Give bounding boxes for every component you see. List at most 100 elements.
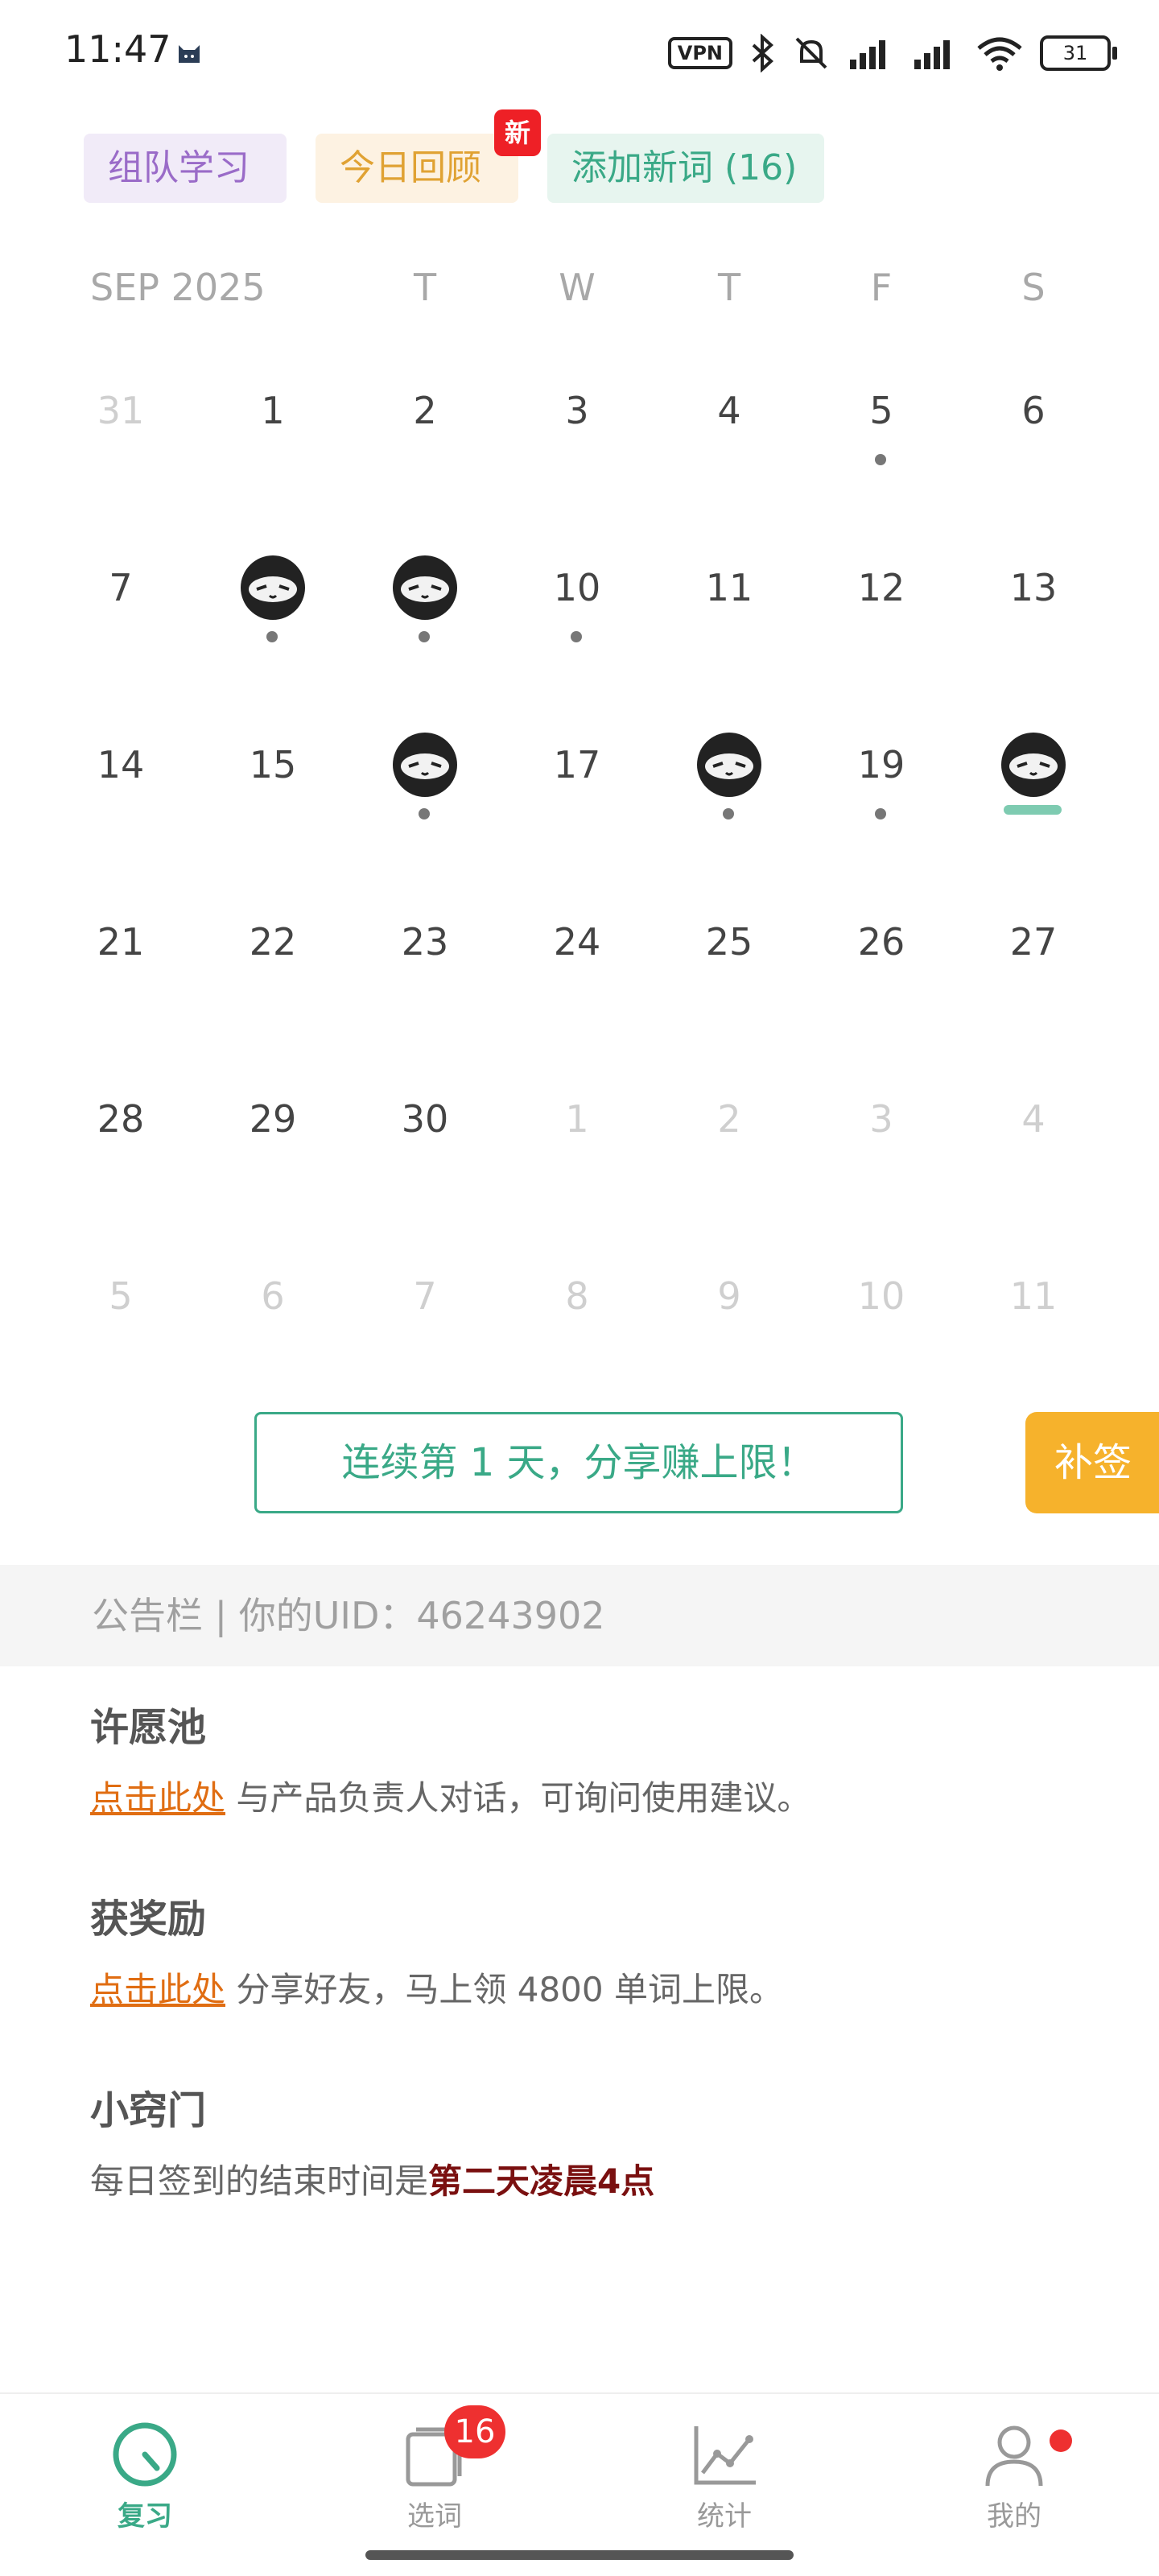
calendar-day[interactable]: 6	[973, 386, 1094, 515]
nav-review[interactable]: 复习	[64, 2418, 225, 2533]
calendar-day-number: 21	[97, 920, 145, 964]
calendar-day[interactable]: 24	[517, 918, 637, 1046]
calendar-day[interactable]: 21	[60, 918, 181, 1046]
nav-stats[interactable]: 统计	[644, 2418, 805, 2533]
calendar-day-number: 6	[261, 1274, 285, 1318]
weekday-label: T	[717, 266, 741, 309]
calendar-day[interactable]: 8	[212, 555, 333, 692]
makeup-checkin-button[interactable]: 补签	[1025, 1412, 1159, 1513]
calendar-day-number: 10	[857, 1274, 905, 1318]
notice-text: 公告栏 | 你的UID：46243902	[92, 1594, 605, 1637]
calendar-header: SEP 2025 T W T F S	[0, 266, 1159, 322]
calendar-day-number: 31	[97, 389, 145, 432]
weekday-label: W	[559, 266, 596, 309]
mascot-checkin-icon	[393, 733, 457, 797]
calendar-day[interactable]: 13	[973, 564, 1094, 692]
calendar-day[interactable]: 23	[365, 918, 485, 1046]
calendar-day[interactable]: 10	[517, 564, 637, 692]
calendar-day-number: 25	[705, 920, 753, 964]
calendar-day-number: 9	[717, 1274, 741, 1318]
mute-bell-icon	[795, 37, 827, 69]
calendar-day[interactable]: 4	[669, 386, 790, 515]
calendar-day[interactable]: 1	[517, 1095, 637, 1224]
team-study-tag[interactable]: 组队学习	[84, 134, 287, 203]
calendar-day-number: 30	[401, 1097, 449, 1141]
calendar-day[interactable]: 18	[669, 733, 790, 869]
activity-dot	[419, 808, 430, 819]
calendar-month: SEP 2025	[90, 266, 266, 309]
calendar-day[interactable]: 26	[821, 918, 942, 1046]
home-indicator[interactable]	[365, 2550, 794, 2560]
daily-review-tag[interactable]: 今日回顾	[316, 134, 518, 203]
mascot-checkin-icon	[393, 555, 457, 620]
calendar-day[interactable]: 5	[60, 1272, 181, 1401]
calendar-day[interactable]: 11	[669, 564, 790, 692]
streak-share-button[interactable]: 连续第 1 天，分享赚上限！	[254, 1412, 903, 1513]
calendar-day[interactable]: 19	[821, 741, 942, 869]
activity-dot	[875, 454, 886, 465]
reward-link[interactable]: 点击此处	[90, 1970, 225, 2009]
calendar-day-number: 4	[1021, 1097, 1046, 1141]
calendar-day[interactable]: 28	[60, 1095, 181, 1224]
calendar-day[interactable]: 3	[517, 386, 637, 515]
calendar-day-number: 4	[717, 389, 741, 432]
calendar-day[interactable]: 1	[212, 386, 333, 515]
calendar-day-number: 27	[1009, 920, 1058, 964]
calendar-day[interactable]: 20	[973, 733, 1094, 869]
calendar-day[interactable]: 12	[821, 564, 942, 692]
chart-icon	[694, 2426, 756, 2485]
calendar-day[interactable]: 6	[212, 1272, 333, 1401]
calendar-day-number: 3	[869, 1097, 893, 1141]
nav-select-label: 选词	[407, 2500, 462, 2533]
activity-dot	[875, 808, 886, 819]
nav-mine-label: 我的	[987, 2500, 1041, 2533]
wish-link[interactable]: 点击此处	[90, 1778, 225, 1818]
nav-select[interactable]: 选词 16	[354, 2405, 515, 2533]
signal-icon	[850, 40, 885, 69]
weekday-label: S	[1021, 266, 1046, 309]
calendar-day-number: 14	[97, 743, 145, 786]
add-words-tag[interactable]: 添加新词 (16)	[547, 134, 824, 203]
calendar-day[interactable]: 25	[669, 918, 790, 1046]
calendar-day[interactable]: 16	[365, 733, 485, 869]
calendar-day-number: 13	[1009, 566, 1058, 609]
calendar-day[interactable]: 2	[365, 386, 485, 515]
bluetooth-icon	[752, 34, 773, 72]
calendar-day[interactable]: 5	[821, 386, 942, 515]
calendar-day[interactable]: 9	[669, 1272, 790, 1401]
calendar-day[interactable]: 8	[517, 1272, 637, 1401]
activity-dot	[723, 808, 734, 819]
activity-dot	[571, 631, 582, 642]
calendar-day-number: 8	[565, 1274, 589, 1318]
calendar-day[interactable]: 11	[973, 1272, 1094, 1401]
calendar-day[interactable]: 10	[821, 1272, 942, 1401]
calendar-day-number: 2	[717, 1097, 741, 1141]
calendar-day[interactable]: 27	[973, 918, 1094, 1046]
person-icon	[985, 2425, 1043, 2487]
calendar-day[interactable]: 30	[365, 1095, 485, 1224]
calendar-day[interactable]: 14	[60, 741, 181, 869]
nav-mine[interactable]: 我的	[934, 2418, 1095, 2533]
tip-line: 每日签到的结束时间是第二天凌晨4点	[90, 2154, 654, 2203]
reward-text: 分享好友，马上领 4800 单词上限。	[225, 1970, 783, 2009]
wish-line: 点击此处 与产品负责人对话，可询问使用建议。	[90, 1771, 810, 1820]
calendar-day[interactable]: 2	[669, 1095, 790, 1224]
calendar-day-number: 12	[857, 566, 905, 609]
bottom-nav: 复习 选词 16 统计 我的	[0, 2392, 1159, 2576]
calendar-day[interactable]: 4	[973, 1095, 1094, 1224]
calendar-day[interactable]: 17	[517, 741, 637, 869]
calendar-day[interactable]: 22	[212, 918, 333, 1046]
calendar-day[interactable]: 15	[212, 741, 333, 869]
calendar-day[interactable]: 3	[821, 1095, 942, 1224]
calendar-day[interactable]: 9	[365, 555, 485, 692]
wish-text: 与产品负责人对话，可询问使用建议。	[225, 1778, 811, 1818]
notice-bar: 公告栏 | 你的UID：46243902	[0, 1565, 1159, 1666]
calendar-day-number: 24	[553, 920, 601, 964]
calendar-day[interactable]: 31	[60, 386, 181, 515]
calendar-day[interactable]: 7	[365, 1272, 485, 1401]
calendar-day-number: 23	[401, 920, 449, 964]
calendar-day[interactable]: 29	[212, 1095, 333, 1224]
tip-strong: 第二天凌晨4点	[428, 2161, 655, 2201]
calendar-day[interactable]: 7	[60, 564, 181, 692]
calendar-day-number: 26	[857, 920, 905, 964]
